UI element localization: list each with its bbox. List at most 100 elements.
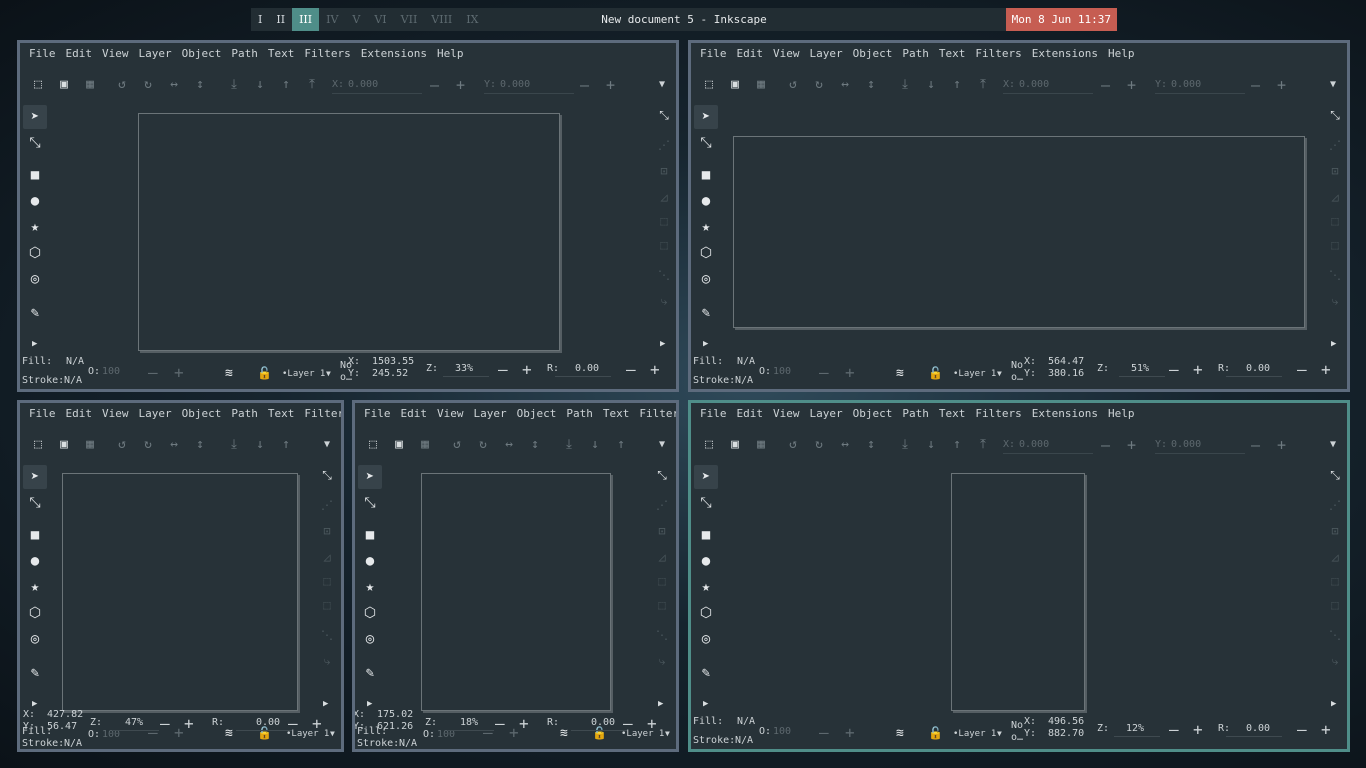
snap-midpoint-icon[interactable]: ⬚ [654, 211, 674, 231]
node-tool-icon[interactable]: ⤡ [23, 491, 47, 515]
pencil-tool-icon[interactable]: ✎ [358, 661, 382, 685]
snap-bbox-icon[interactable]: ⋰ [317, 495, 337, 515]
y-decrement-button[interactable]: — [1251, 73, 1260, 97]
y-increment-button[interactable]: + [1277, 73, 1286, 97]
snap-midpoint-icon[interactable]: ⬚ [317, 571, 337, 591]
box3d-tool-icon[interactable]: ⬡ [23, 601, 47, 625]
flip-vertical-icon[interactable]: ↕ [861, 73, 881, 97]
select-all-layers-icon[interactable]: ▣ [54, 73, 74, 97]
workspace-button[interactable]: II [269, 8, 292, 31]
menu-text[interactable]: Text [934, 403, 971, 424]
opacity-decrement-button[interactable]: — [819, 365, 829, 381]
document-page[interactable] [62, 473, 298, 711]
menu-text[interactable]: Text [934, 43, 971, 64]
snap-midpoint-icon[interactable]: ⬚ [1325, 571, 1345, 591]
layer-dropdown-icon[interactable]: ▼ [665, 728, 670, 740]
menu-file[interactable]: File [359, 403, 396, 424]
selector-tool-icon[interactable]: ➤ [358, 465, 382, 489]
spiral-tool-icon[interactable]: ◎ [358, 627, 382, 651]
layers-icon[interactable]: ≋ [560, 727, 568, 741]
select-all-layers-icon[interactable]: ▣ [725, 73, 745, 97]
document-page[interactable] [951, 473, 1085, 711]
document-page[interactable] [733, 136, 1305, 328]
menu-view[interactable]: View [432, 403, 469, 424]
lower-bottom-icon[interactable]: ⤓ [559, 433, 579, 457]
x-decrement-button[interactable]: — [1101, 73, 1110, 97]
lower-bottom-icon[interactable]: ⤓ [224, 73, 244, 97]
rectangle-tool-icon[interactable]: ■ [23, 163, 47, 187]
select-all-icon[interactable]: ⬚ [363, 433, 383, 457]
menu-edit[interactable]: Edit [732, 43, 769, 64]
select-all-layers-icon[interactable]: ▣ [725, 433, 745, 457]
snap-edge-icon[interactable]: ⊡ [1325, 521, 1345, 541]
rotation-input[interactable]: 0.00 [256, 717, 280, 729]
snap-bbox-icon[interactable]: ⋰ [1325, 135, 1345, 155]
opacity-value[interactable]: 100 [773, 726, 791, 738]
workspace-button[interactable]: VII [394, 8, 425, 31]
deselect-icon[interactable]: ▦ [80, 73, 100, 97]
menu-object[interactable]: Object [177, 43, 227, 64]
ellipse-tool-icon[interactable]: ● [694, 189, 718, 213]
lock-icon[interactable]: 🔓 [257, 366, 272, 380]
snap-corner-icon[interactable]: ◿ [1325, 187, 1345, 207]
workspace-button[interactable]: VI [367, 8, 393, 31]
opacity-increment-button[interactable]: + [174, 365, 184, 381]
rectangle-tool-icon[interactable]: ■ [23, 523, 47, 547]
menu-text[interactable]: Text [263, 403, 300, 424]
layers-icon[interactable]: ≋ [896, 367, 904, 381]
menu-object[interactable]: Object [848, 43, 898, 64]
menu-text[interactable]: Text [263, 43, 300, 64]
snap-center-icon[interactable]: ⬚ [1325, 595, 1345, 615]
menu-file[interactable]: File [695, 43, 732, 64]
raise-icon[interactable]: ↑ [611, 433, 631, 457]
flip-horizontal-icon[interactable]: ↔ [499, 433, 519, 457]
rotate-ccw-button[interactable]: — [623, 716, 633, 732]
snap-toggle-icon[interactable]: ⤡ [654, 105, 674, 125]
snap-bbox-icon[interactable]: ⋰ [652, 495, 672, 515]
raise-top-icon[interactable]: ⤒ [973, 433, 993, 457]
x-decrement-button[interactable]: — [1101, 433, 1110, 457]
select-all-icon[interactable]: ⬚ [28, 433, 48, 457]
rectangle-tool-icon[interactable]: ■ [694, 163, 718, 187]
layer-dropdown-icon[interactable]: ▼ [997, 728, 1002, 740]
pencil-tool-icon[interactable]: ✎ [694, 661, 718, 685]
raise-icon[interactable]: ↑ [947, 433, 967, 457]
toolbar-overflow-icon[interactable]: ▼ [324, 433, 330, 457]
node-tool-icon[interactable]: ⤡ [694, 131, 718, 155]
lower-bottom-icon[interactable]: ⤓ [895, 433, 915, 457]
lower-icon[interactable]: ↓ [250, 433, 270, 457]
toolbar-overflow-icon[interactable]: ▼ [659, 433, 665, 457]
menu-edit[interactable]: Edit [732, 403, 769, 424]
ellipse-tool-icon[interactable]: ● [694, 549, 718, 573]
snap-nodes-icon[interactable]: ⋱ [1325, 625, 1345, 645]
snap-midpoint-icon[interactable]: ⬚ [1325, 211, 1345, 231]
toolbox-expand-icon[interactable]: ▶ [32, 699, 37, 709]
flip-vertical-icon[interactable]: ↕ [190, 433, 210, 457]
lower-icon[interactable]: ↓ [250, 73, 270, 97]
rotate-cw-button[interactable]: + [1321, 722, 1331, 738]
snap-midpoint-icon[interactable]: ⬚ [652, 571, 672, 591]
rotate-cw-icon[interactable]: ↻ [473, 433, 493, 457]
snap-toggle-icon[interactable]: ⤡ [1325, 465, 1345, 485]
opacity-increment-button[interactable]: + [845, 365, 855, 381]
document-page[interactable] [421, 473, 611, 711]
raise-top-icon[interactable]: ⤒ [302, 73, 322, 97]
select-all-icon[interactable]: ⬚ [699, 73, 719, 97]
flip-horizontal-icon[interactable]: ↔ [835, 433, 855, 457]
zoom-input[interactable]: 33% [455, 363, 473, 375]
selector-tool-icon[interactable]: ➤ [23, 105, 47, 129]
box3d-tool-icon[interactable]: ⬡ [23, 241, 47, 265]
toolbar-overflow-icon[interactable]: ▼ [1330, 73, 1336, 97]
flip-horizontal-icon[interactable]: ↔ [164, 73, 184, 97]
current-layer-select[interactable]: •Layer 1 [953, 368, 996, 380]
rotate-ccw-button[interactable]: — [288, 716, 298, 732]
menu-file[interactable]: File [695, 403, 732, 424]
snap-nodes-icon[interactable]: ⋱ [654, 265, 674, 285]
menu-help[interactable]: Help [1103, 403, 1140, 424]
menu-help[interactable]: Help [1103, 43, 1140, 64]
menu-extensions[interactable]: Extensions [1027, 43, 1103, 64]
zoom-in-button[interactable]: + [1193, 722, 1203, 738]
x-increment-button[interactable]: + [456, 73, 465, 97]
zoom-out-button[interactable]: — [1169, 362, 1179, 378]
toolbox-expand-icon[interactable]: ▶ [32, 339, 37, 349]
